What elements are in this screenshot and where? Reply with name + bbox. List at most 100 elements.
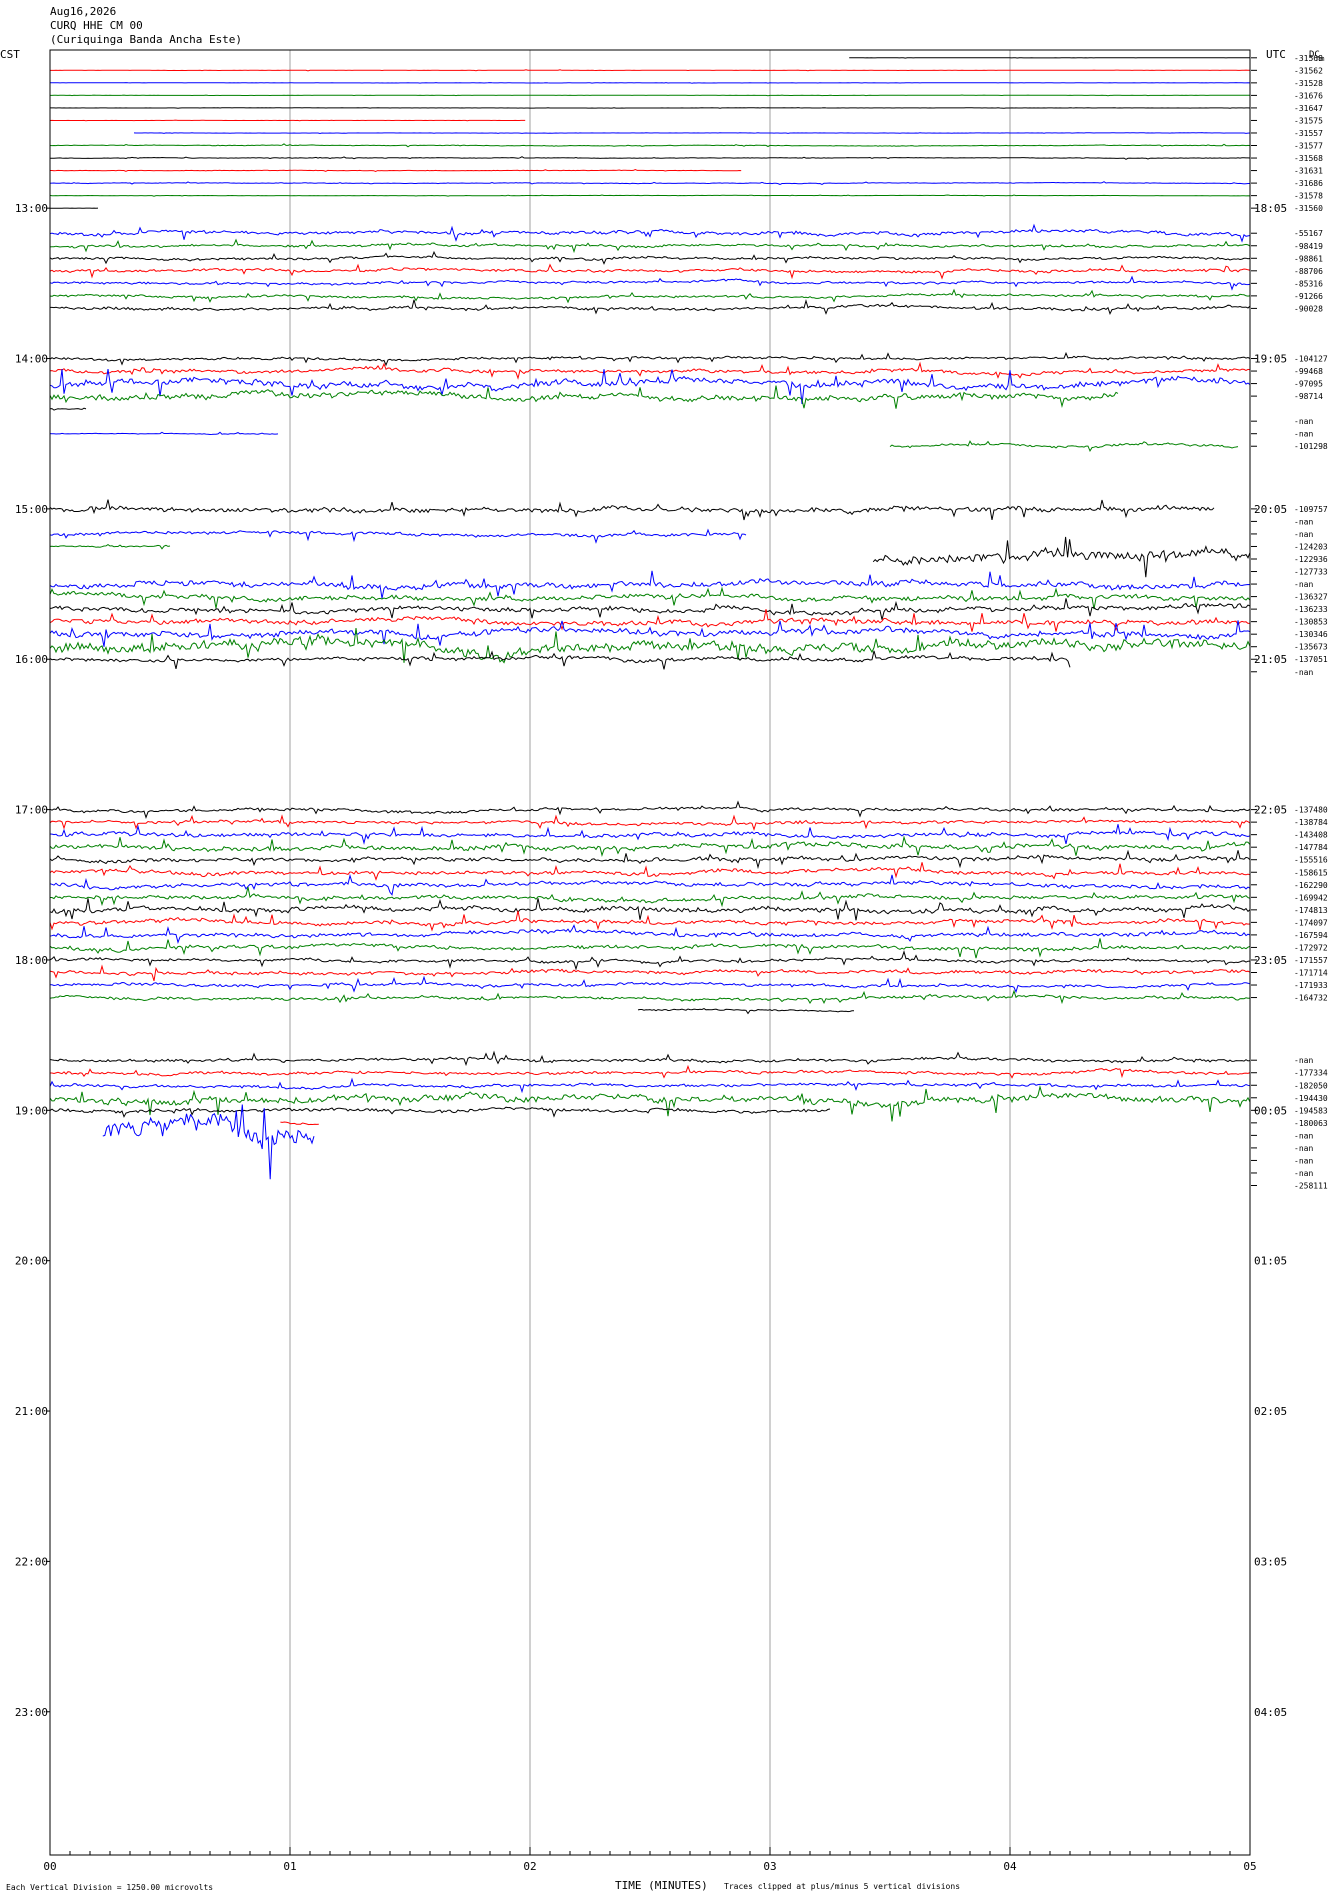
- seismic-trace: [49, 1106, 831, 1118]
- seismic-trace: [49, 361, 1251, 380]
- seismic-trace: [50, 886, 1251, 908]
- dc-offset-label: -158615: [1294, 868, 1328, 877]
- seismic-trace: [49, 586, 1251, 610]
- seismic-trace: [49, 238, 1251, 254]
- dc-offset-label: -171557: [1294, 956, 1328, 965]
- dc-offset-label: -31560: [1294, 204, 1323, 213]
- dc-offset-label: -31647: [1294, 104, 1323, 113]
- left-timezone-label: CST: [0, 48, 20, 61]
- dc-offset-label: -101298: [1294, 442, 1328, 451]
- hour-label-left: 13:00: [15, 202, 48, 215]
- dc-offset-label: -174813: [1294, 906, 1328, 915]
- x-tick-label: 01: [283, 1860, 296, 1873]
- dc-offset-label: -31568: [1294, 54, 1323, 63]
- seismic-trace: [50, 82, 1251, 84]
- dc-offset-label: -31676: [1294, 91, 1323, 100]
- hour-label-right: 00:05: [1254, 1104, 1287, 1117]
- dc-offset-label: -91266: [1294, 292, 1323, 301]
- dc-offset-label: -nan: [1294, 580, 1313, 589]
- dc-offset-label: -162290: [1294, 881, 1328, 890]
- dc-offset-label: -258111: [1294, 1182, 1328, 1191]
- seismic-trace: [50, 975, 1251, 994]
- dc-offset-label: -109757: [1294, 505, 1328, 514]
- dc-offset-label: -194583: [1294, 1106, 1328, 1115]
- dc-offset-label: -98714: [1294, 392, 1323, 401]
- seismic-trace: [49, 181, 1250, 185]
- hour-label-right: 01:05: [1254, 1255, 1287, 1268]
- seismic-trace: [49, 650, 1071, 670]
- seismic-trace: [872, 536, 1251, 578]
- x-tick-label: 04: [1003, 1860, 1017, 1873]
- grid: [289, 50, 1011, 1855]
- dc-offset-label: -nan: [1294, 530, 1313, 539]
- dc-offset-label: -122936: [1294, 555, 1328, 564]
- dc-offset-label: -nan: [1294, 1056, 1313, 1065]
- hour-label-right: 18:05: [1254, 202, 1287, 215]
- dc-offset-label: -31575: [1294, 116, 1323, 125]
- dc-offset-label: -nan: [1294, 1131, 1313, 1140]
- seismic-trace: [49, 949, 1251, 971]
- seismic-trace: [50, 69, 1250, 72]
- seismic-trace: [133, 132, 1251, 135]
- dc-offset-label: -nan: [1294, 430, 1313, 439]
- seismic-trace: [102, 1104, 315, 1180]
- x-axis-title: TIME (MINUTES): [615, 1879, 708, 1892]
- seismic-trace: [637, 1008, 854, 1015]
- dc-offset-label: -98419: [1294, 242, 1323, 251]
- dc-offset-label: -31577: [1294, 142, 1323, 151]
- dc-offset-label: -31557: [1294, 129, 1323, 138]
- seismic-trace: [50, 107, 1251, 109]
- seismic-trace: [49, 431, 279, 436]
- header-station: CURQ HHE CM 00: [50, 19, 143, 32]
- seismic-trace: [49, 351, 1251, 367]
- seismic-trace: [49, 288, 1251, 304]
- seismic-trace: [889, 440, 1239, 453]
- footer-scale-note: Each Vertical Division = 1250.00 microvo…: [6, 1883, 213, 1892]
- dc-offset-label: -31528: [1294, 79, 1323, 88]
- frame: [46, 49, 1257, 1856]
- seismic-trace: [49, 119, 526, 122]
- dc-offset-label: -136233: [1294, 605, 1328, 614]
- x-tick-label: 00: [43, 1860, 56, 1873]
- hour-label-right: 20:05: [1254, 503, 1287, 516]
- seismic-trace: [49, 598, 1251, 620]
- dc-offset-label: -137480: [1294, 806, 1328, 815]
- seismic-trace: [49, 407, 87, 411]
- dc-offset-label: -88706: [1294, 267, 1323, 276]
- seismic-trace: [49, 275, 1251, 291]
- hour-label-right: 19:05: [1254, 353, 1287, 366]
- seismic-trace: [50, 298, 1251, 316]
- hour-label-left: 21:00: [15, 1405, 48, 1418]
- header-date: Aug16,2026: [50, 5, 116, 18]
- dc-offset-label: -nan: [1294, 417, 1313, 426]
- dc-offset-label: -nan: [1294, 517, 1313, 526]
- plot-border: [49, 49, 1251, 1856]
- dc-offset-label: -172972: [1294, 943, 1328, 952]
- right-timezone-label: UTC: [1266, 48, 1286, 61]
- seismic-trace: [50, 156, 1251, 160]
- hour-label-right: 02:05: [1254, 1405, 1287, 1418]
- seismic-trace: [49, 862, 1251, 881]
- seismic-trace: [49, 143, 1251, 148]
- dc-offset-label: -31562: [1294, 66, 1323, 75]
- seismic-trace: [49, 835, 1251, 857]
- dc-offset-label: -nan: [1294, 1144, 1313, 1153]
- seismic-trace: [49, 800, 1251, 819]
- dc-offset-label: -171933: [1294, 981, 1328, 990]
- dc-offset-label: -182050: [1294, 1081, 1328, 1090]
- dc-offset-label: -167594: [1294, 931, 1328, 940]
- seismic-trace: [49, 620, 1251, 647]
- seismic-trace: [50, 168, 742, 173]
- seismic-trace: [49, 1077, 1251, 1094]
- dc-offset-label: -98861: [1294, 254, 1323, 263]
- seismic-trace: [49, 873, 1251, 896]
- seismic-trace: [49, 910, 1251, 932]
- seismic-trace: [280, 1121, 319, 1126]
- dc-offset-label: -130853: [1294, 618, 1328, 627]
- hour-label-right: 22:05: [1254, 804, 1287, 817]
- seismic-trace: [50, 94, 1250, 97]
- seismic-trace: [49, 1084, 1251, 1122]
- dc-offset-label: -174097: [1294, 918, 1328, 927]
- dc-offset-label: -147784: [1294, 843, 1328, 852]
- dc-offset-label: -124203: [1294, 542, 1328, 551]
